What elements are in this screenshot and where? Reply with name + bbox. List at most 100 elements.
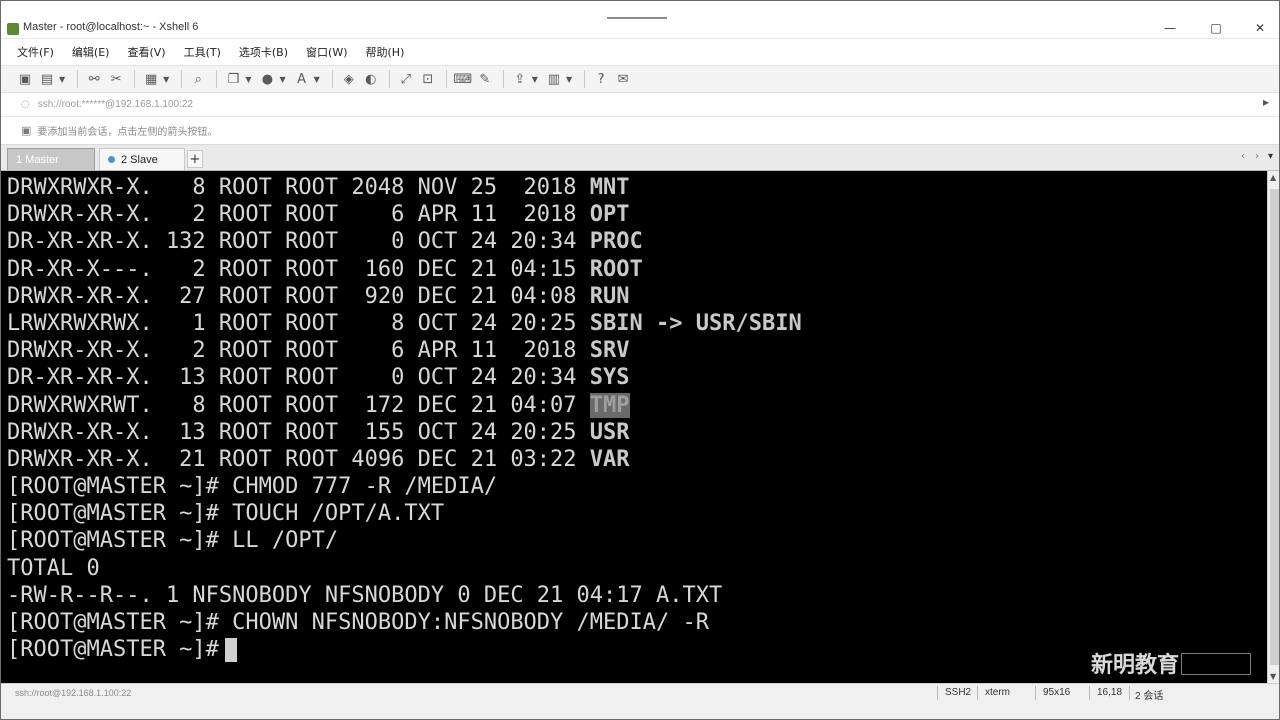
send-file-icon[interactable]: ⇪ [510, 69, 530, 89]
chevron-left-icon[interactable]: ‹ [1241, 151, 1245, 162]
disconnect-icon[interactable]: ✂ [106, 69, 126, 89]
drag-handle[interactable] [607, 17, 667, 19]
terminal-line-text: [ROOT@MASTER ~]# LL /OPT/ [7, 528, 339, 554]
terminal-line-text: -RW-R--R--. 1 NFSNOBODY NFSNOBODY 0 DEC … [7, 582, 723, 608]
terminal-line: DRWXRWXR-X. 8 ROOT ROOT 2048 NOV 25 2018… [7, 174, 1267, 201]
chat-icon[interactable]: ✉ [613, 69, 633, 89]
toolbar-separator [388, 70, 390, 88]
terminal-line: [ROOT@MASTER ~]# TOUCH /OPT/A.TXT [7, 500, 1267, 527]
terminal-line-text: DRWXR-XR-X. 27 ROOT ROOT 920 DEC 21 04:0… [7, 283, 590, 309]
add-tab-button[interactable]: + [187, 150, 203, 168]
terminal-line: DRWXRWXRWT. 8 ROOT ROOT 172 DEC 21 04:07… [7, 392, 1267, 419]
terminal-line: DRWXR-XR-X. 2 ROOT ROOT 6 APR 11 2018 SR… [7, 337, 1267, 364]
status-separator [1129, 686, 1130, 700]
terminal-line: DR-XR-XR-X. 132 ROOT ROOT 0 OCT 24 20:34… [7, 228, 1267, 255]
help-icon[interactable]: ? [591, 69, 611, 89]
toolbar-separator [584, 70, 586, 88]
highlight-icon[interactable]: ✎ [475, 69, 495, 89]
chevron-down-icon[interactable]: ▼ [163, 75, 169, 84]
toolbar-separator [331, 70, 333, 88]
terminal-line-text: [ROOT@MASTER ~]# TOUCH /OPT/A.TXT [7, 501, 445, 527]
status-separator [1089, 686, 1090, 700]
find-icon[interactable]: ⌕ [188, 69, 208, 89]
terminal-line: [ROOT@MASTER ~]# CHOWN NFSNOBODY:NFSNOBO… [7, 609, 1267, 636]
toolbar: ▣ ▤ ▼ ⚯ ✂ ▦ ▼ ⌕ ❐ ▼ ● ▼ A ▼ ◈ ◐ ⤢ ⊡ ⌨ ✎ … [1, 65, 1279, 93]
lock-icon[interactable]: ⊡ [418, 69, 438, 89]
menu-help[interactable]: 帮助(H) [366, 44, 405, 60]
scroll-down-icon[interactable]: ▼ [1270, 672, 1276, 681]
terminal-scrollbar[interactable]: ▲ ▼ [1267, 171, 1279, 683]
color-scheme-icon[interactable]: ● [257, 69, 277, 89]
status-separator [977, 686, 978, 700]
menu-tools[interactable]: 工具(T) [184, 44, 221, 60]
terminal-line-text: TOTAL 0 [7, 555, 100, 581]
directory-name: RUN [589, 283, 630, 309]
directory-name: ROOT [589, 256, 643, 282]
tab-label: 1 Master [16, 153, 59, 166]
open-session-icon[interactable]: ▤ [37, 69, 57, 89]
directory-name: SRV [589, 338, 630, 364]
xftp-icon[interactable]: ◈ [339, 69, 359, 89]
terminal-cursor [224, 638, 237, 663]
menu-file[interactable]: 文件(F) [17, 44, 54, 60]
minimize-button[interactable]: — [1147, 17, 1193, 39]
chevron-down-icon[interactable]: ▼ [532, 75, 538, 84]
chevron-down-icon[interactable]: ▼ [279, 75, 285, 84]
chevron-down-icon[interactable]: ▼ [314, 75, 320, 84]
status-sessions: 2 会话 [1135, 691, 1164, 702]
window-title: Master - root@localhost:~ - Xshell 6 [23, 21, 199, 33]
terminal-line: DRWXR-XR-X. 21 ROOT ROOT 4096 DEC 21 03:… [7, 446, 1267, 473]
chevron-down-icon[interactable]: ▼ [566, 75, 572, 84]
terminal-line: DR-XR-XR-X. 13 ROOT ROOT 0 OCT 24 20:34 … [7, 364, 1267, 391]
title-bar: Master - root@localhost:~ - Xshell 6 — □… [1, 1, 1279, 39]
terminal-line-text: DRWXR-XR-X. 21 ROOT ROOT 4096 DEC 21 03:… [7, 446, 590, 472]
terminal-line-text: [ROOT@MASTER ~]# CHOWN NFSNOBODY:NFSNOBO… [7, 610, 709, 635]
terminal-line-text: DR-XR-XR-X. 132 ROOT ROOT 0 OCT 24 20:34 [7, 229, 590, 255]
globe-icon: ◌ [21, 99, 30, 110]
chevron-right-icon[interactable]: › [1255, 151, 1259, 162]
terminal-line: DRWXR-XR-X. 2 ROOT ROOT 6 APR 11 2018 OP… [7, 201, 1267, 228]
fullscreen-icon[interactable]: ⤢ [396, 69, 416, 89]
menu-bar: 文件(F) 编辑(E) 查看(V) 工具(T) 选项卡(B) 窗口(W) 帮助(… [1, 39, 1279, 65]
status-term: xterm [985, 687, 1010, 698]
chevron-down-icon[interactable]: ▼ [59, 75, 65, 84]
chevron-down-icon[interactable]: ▼ [245, 75, 251, 84]
copy-icon[interactable]: ❐ [223, 69, 243, 89]
tab-slave[interactable]: 2 Slave [99, 148, 185, 170]
new-session-icon[interactable]: ▣ [15, 69, 35, 89]
terminal-line-text: DRWXRWXR-X. 8 ROOT ROOT 2048 NOV 25 2018 [7, 175, 590, 200]
scroll-thumb[interactable] [1270, 189, 1279, 665]
properties-icon[interactable]: ▦ [141, 69, 161, 89]
toolbar-separator [216, 70, 218, 88]
directory-name: USR [589, 419, 630, 445]
terminal-line: DR-XR-X---. 2 ROOT ROOT 160 DEC 21 04:15… [7, 256, 1267, 283]
connect-icon[interactable]: ⚯ [84, 69, 104, 89]
terminal-line-text: DRWXR-XR-X. 2 ROOT ROOT 6 APR 11 2018 [7, 338, 590, 364]
script-icon[interactable]: ◐ [361, 69, 381, 89]
address-bar[interactable]: ◌ ssh://root:******@192.168.1.100:22 ▸ [1, 93, 1279, 117]
menu-window[interactable]: 窗口(W) [306, 44, 347, 60]
terminal-line-text: [ROOT@MASTER ~]# [7, 637, 219, 663]
directory-name: PROC [589, 229, 643, 255]
layout-icon[interactable]: ▥ [544, 69, 564, 89]
tab-master[interactable]: 1 Master [7, 148, 95, 170]
chevron-right-icon[interactable]: ▸ [1263, 95, 1269, 109]
menu-edit[interactable]: 编辑(E) [72, 44, 110, 60]
maximize-button[interactable]: □ [1193, 17, 1239, 39]
terminal-line: [ROOT@MASTER ~]# LL /OPT/ [7, 527, 1267, 554]
directory-name: SYS [589, 365, 630, 391]
toolbar-separator [181, 70, 183, 88]
tab-bar: 1 Master 2 Slave + ‹ › ▾ [1, 145, 1279, 171]
tab-list-icon[interactable]: ▾ [1268, 151, 1273, 162]
terminal-line-text: DR-XR-XR-X. 13 ROOT ROOT 0 OCT 24 20:34 [7, 365, 590, 391]
font-icon[interactable]: A [292, 69, 312, 89]
terminal-pane[interactable]: DRWXRWXR-X. 8 ROOT ROOT 2048 NOV 25 2018… [1, 171, 1267, 683]
keyboard-icon[interactable]: ⌨ [453, 69, 473, 89]
close-button[interactable]: ✕ [1237, 17, 1279, 39]
scroll-up-icon[interactable]: ▲ [1270, 173, 1276, 182]
menu-view[interactable]: 查看(V) [127, 44, 165, 60]
toolbar-separator [502, 70, 504, 88]
session-address: ssh://root:******@192.168.1.100:22 [37, 99, 193, 110]
menu-tab[interactable]: 选项卡(B) [239, 44, 288, 60]
terminal-line: LRWXRWXRWX. 1 ROOT ROOT 8 OCT 24 20:25 S… [7, 310, 1267, 337]
